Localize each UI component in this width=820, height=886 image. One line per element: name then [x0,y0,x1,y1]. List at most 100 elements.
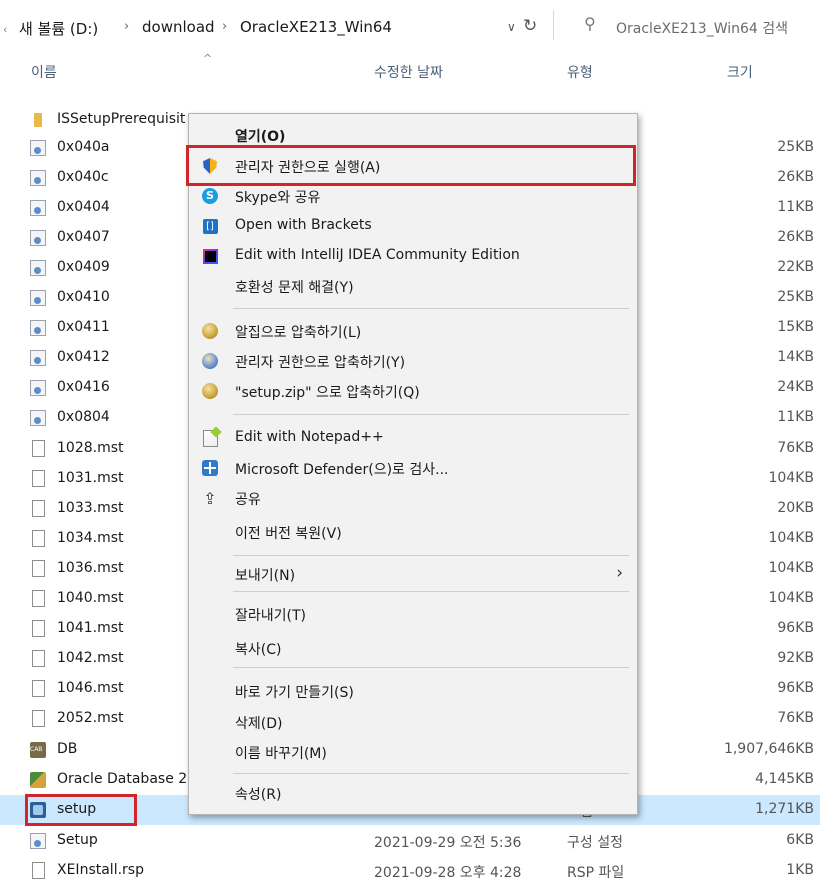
menu-separator [233,555,629,556]
file-name: 1036.mst [57,560,124,576]
file-name: 1041.mst [57,620,124,636]
file-name: 1034.mst [57,530,124,546]
address-bar[interactable]: ‹ 새 볼륨 (D:) › download › OracleXE213_Win… [0,10,552,40]
menu-item-alzip-admin-compress[interactable]: 관리자 권한으로 압축하기(Y) [189,346,637,376]
column-header-date[interactable]: 수정한 날짜 [374,62,443,82]
menu-item-label: 이름 바꾸기(M) [235,746,327,762]
menu-item-troubleshoot-compatibility[interactable]: 호환성 문제 해결(Y) [189,271,637,301]
breadcrumb-overflow-icon[interactable]: ‹ [3,23,7,36]
document-file-icon [32,470,45,487]
system-file-icon [30,290,46,306]
file-size: 76KB [777,710,814,726]
system-file-icon [30,260,46,276]
menu-item-label: 열기(O) [235,129,286,145]
file-size: 6KB [786,832,814,848]
search-box[interactable]: ⚲ OracleXE213_Win64 검색 [566,10,820,40]
file-name: 2052.mst [57,710,124,726]
menu-item-delete[interactable]: 삭제(D) [189,707,637,737]
file-name: XEInstall.rsp [57,862,144,878]
refresh-icon[interactable]: ↻ [523,16,537,36]
file-size: 24KB [777,379,814,395]
menu-item-label: Edit with IntelliJ IDEA Community Editio… [235,247,520,263]
notepadpp-icon [201,429,219,447]
breadcrumb-drive[interactable]: 새 볼륨 (D:) [19,18,98,39]
column-header-size[interactable]: 크기 [727,62,753,82]
intellij-icon [201,247,219,265]
cab-archive-icon [30,742,46,758]
menu-item-label: 보내기(N) [235,568,296,584]
document-file-icon [32,590,45,607]
menu-item-label: Edit with Notepad++ [235,429,384,445]
skype-icon: S [201,187,219,205]
file-name: 0x0412 [57,349,110,365]
menu-item-label: 삭제(D) [235,716,283,732]
file-type: RSP 파일 [567,865,625,881]
menu-item-cut[interactable]: 잘라내기(T) [189,599,637,629]
file-name: 0x040c [57,169,109,185]
file-name: 1046.mst [57,680,124,696]
menu-item-restore-previous-versions[interactable]: 이전 버전 복원(V) [189,517,637,547]
system-file-icon [30,200,46,216]
menu-item-compress-to-setup-zip[interactable]: "setup.zip" 으로 압축하기(Q) [189,376,637,406]
search-input[interactable]: OracleXE213_Win64 검색 [616,18,788,38]
document-file-icon [32,650,45,667]
file-name: 0x0416 [57,379,110,395]
menu-item-defender-scan[interactable]: Microsoft Defender(으)로 검사... [189,453,637,483]
menu-item-properties[interactable]: 속성(R) [189,778,637,808]
file-size: 4,145KB [755,771,814,787]
file-size: 1KB [786,862,814,878]
menu-item-label: 알집으로 압축하기(L) [235,325,362,341]
file-size: 11KB [777,199,814,215]
address-history-dropdown-icon[interactable]: ∨ [507,20,516,34]
menu-item-create-shortcut[interactable]: 바로 가기 만들기(S) [189,676,637,706]
breadcrumb-download[interactable]: download [142,18,215,36]
system-file-icon [30,380,46,396]
file-row[interactable]: Setup 2021-09-29 오전 5:36 구성 설정 6KB [0,826,820,856]
column-header-name[interactable]: 이름 [31,62,57,82]
file-size: 96KB [777,620,814,636]
share-icon: ⇪ [203,488,217,508]
system-file-icon [30,140,46,156]
menu-item-label: 잘라내기(T) [235,608,306,624]
menu-item-share[interactable]: ⇪ 공유 [189,483,637,513]
alzip-admin-icon [201,352,219,370]
menu-item-send-to[interactable]: 보내기(N) › [189,559,637,589]
file-size: 14KB [777,349,814,365]
alzip-icon [201,382,219,400]
file-name: 0x0409 [57,259,110,275]
highlight-box-run-as-admin [186,145,636,186]
file-size: 96KB [777,680,814,696]
file-name: 0x0411 [57,319,110,335]
menu-separator [233,591,629,592]
menu-item-open-with-brackets[interactable]: [] Open with Brackets [189,211,637,241]
file-name: 0x040a [57,139,110,155]
file-name: 1040.mst [57,590,124,606]
file-name: Oracle Database 2 [57,771,188,787]
file-row[interactable]: XEInstall.rsp 2021-09-28 오후 4:28 RSP 파일 1KB [0,856,820,886]
breadcrumb-separator-icon[interactable]: › [124,19,129,34]
file-size: 92KB [777,650,814,666]
system-file-icon [30,410,46,426]
file-name: ISSetupPrerequisit [57,111,186,127]
file-size: 104KB [768,470,814,486]
menu-item-edit-with-notepadpp[interactable]: Edit with Notepad++ [189,423,637,453]
document-file-icon [32,862,45,879]
system-file-icon [30,230,46,246]
menu-item-label: Open with Brackets [235,217,372,233]
menu-item-edit-with-intellij[interactable]: Edit with IntelliJ IDEA Community Editio… [189,241,637,271]
column-header-type[interactable]: 유형 [567,62,593,82]
document-file-icon [32,710,45,727]
breadcrumb-separator-icon[interactable]: › [222,19,227,34]
menu-separator [233,667,629,668]
context-menu: 열기(O) 관리자 권한으로 실행(A) S Skype와 공유 [] Open… [188,113,638,815]
menu-item-copy[interactable]: 복사(C) [189,633,637,663]
menu-item-label: Microsoft Defender(으)로 검사... [235,462,449,478]
file-name: 0x0407 [57,229,110,245]
address-toolbar: ‹ 새 볼륨 (D:) › download › OracleXE213_Win… [0,0,820,50]
menu-item-alzip-compress[interactable]: 알집으로 압축하기(L) [189,316,637,346]
document-file-icon [32,500,45,517]
breadcrumb-current-folder[interactable]: OracleXE213_Win64 [240,18,392,36]
folder-icon [34,113,42,127]
menu-item-rename[interactable]: 이름 바꾸기(M) [189,737,637,767]
file-size: 15KB [777,319,814,335]
